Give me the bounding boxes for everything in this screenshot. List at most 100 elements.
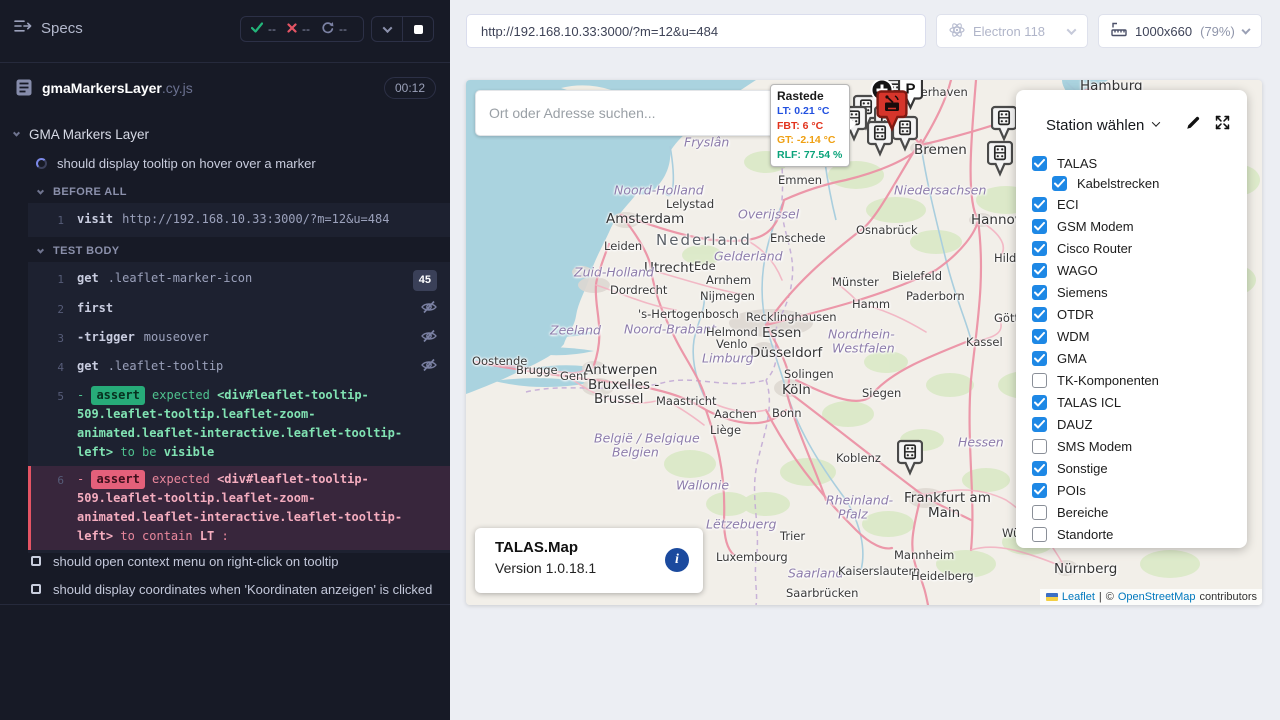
layer-checkbox-row[interactable]: Sonstige	[1032, 457, 1247, 479]
layer-checkbox-row[interactable]: SMS Modem	[1032, 435, 1247, 457]
map-label: Nordrhein-	[828, 327, 895, 342]
openstreetmap-link[interactable]: OpenStreetMap	[1118, 591, 1196, 603]
browser-select[interactable]: Electron 118	[936, 14, 1088, 48]
before-all-header[interactable]: BEFORE ALL	[38, 186, 127, 198]
layer-checkbox-row[interactable]: GMA	[1032, 347, 1247, 369]
checked-checkbox[interactable]	[1032, 395, 1047, 410]
run-stats: -- -- --	[240, 16, 364, 42]
map-label: Venlo	[716, 337, 748, 351]
command-args: .leaflet-tooltip	[108, 359, 224, 373]
search-input[interactable]	[475, 90, 787, 136]
command-row[interactable]: 1visithttp://192.168.10.33:3000/?m=12&u=…	[28, 206, 450, 234]
layer-checkbox-row[interactable]: GSM Modem	[1032, 215, 1247, 237]
viewport-select[interactable]: 1000x660 (79%)	[1098, 14, 1262, 48]
station-pin-marker[interactable]	[987, 140, 1013, 182]
command-text: :	[214, 529, 228, 543]
tooltip-value-row: RLF: 77.54 %	[777, 148, 843, 163]
command-row[interactable]: 5- assert expected <div#leaflet-tooltip-…	[28, 382, 450, 466]
command-row[interactable]: 3-triggermouseover	[28, 324, 450, 353]
layer-checkbox-row[interactable]: Standorte	[1032, 523, 1247, 545]
command-text: to be	[113, 445, 164, 459]
marker-tooltip[interactable]: Rastede LT: 0.21 °CFBT: 6 °CGT: -2.14 °C…	[770, 84, 850, 167]
expand-fullscreen-icon[interactable]	[1214, 114, 1231, 136]
command-row[interactable]: 6- assert expected <div#leaflet-tooltip-…	[28, 466, 450, 550]
layer-checkbox-row[interactable]: ECI	[1032, 193, 1247, 215]
unchecked-checkbox[interactable]	[1032, 373, 1047, 388]
specs-list-toggle[interactable]: Specs	[14, 19, 83, 37]
layer-label: TK-Komponenten	[1057, 373, 1159, 388]
command-method: -trigger	[77, 330, 135, 344]
layer-checkbox-row[interactable]: POIs	[1032, 479, 1247, 501]
map-label: Zuid-Holland	[574, 265, 654, 280]
stop-run-button[interactable]	[402, 17, 433, 41]
map-label: Noord-Holland	[614, 183, 704, 198]
checked-checkbox[interactable]	[1032, 329, 1047, 344]
layer-checkbox-row[interactable]: WAGO	[1032, 259, 1247, 281]
unchecked-checkbox[interactable]	[1032, 527, 1047, 542]
checked-checkbox[interactable]	[1032, 156, 1047, 171]
test-body-header[interactable]: TEST BODY	[38, 245, 120, 257]
layer-checkbox-row[interactable]: DAUZ	[1032, 413, 1247, 435]
edit-pencil-icon[interactable]	[1185, 115, 1201, 136]
layer-checkbox-row[interactable]: WDM	[1032, 325, 1247, 347]
assert-badge: assert	[91, 386, 144, 405]
layer-checkbox-row[interactable]: OTDR	[1032, 303, 1247, 325]
invisible-eye-icon	[421, 329, 437, 349]
layer-checkbox-row[interactable]: TALAS ICL	[1032, 391, 1247, 413]
pending-test-row[interactable]: should display coordinates when 'Koordin…	[31, 582, 432, 597]
viewport-zoom: (79%)	[1200, 24, 1235, 39]
command-row[interactable]: 4get.leaflet-tooltip	[28, 353, 450, 382]
test-body-chevron-icon	[37, 246, 44, 253]
checked-checkbox[interactable]	[1032, 483, 1047, 498]
checked-checkbox[interactable]	[1032, 241, 1047, 256]
map-label: Gent	[560, 369, 588, 383]
map-container[interactable]: HamburgBremerhavenFryslânEmmenBremenNied…	[466, 80, 1262, 605]
collapse-all-button[interactable]	[372, 17, 402, 41]
leaflet-link[interactable]: Leaflet	[1062, 591, 1095, 603]
station-select-dropdown[interactable]: Station wählen	[1046, 117, 1159, 134]
map-label: Pfalz	[838, 507, 868, 522]
gma-marker-selected[interactable]	[876, 89, 908, 137]
specs-list-icon	[14, 19, 32, 37]
checked-checkbox[interactable]	[1032, 219, 1047, 234]
layer-checkbox-row[interactable]: TALAS	[1032, 152, 1247, 174]
spec-extension: .cy.js	[162, 80, 193, 96]
spec-file-row[interactable]: gmaMarkersLayer.cy.js 00:12	[0, 76, 450, 106]
layer-checkbox-row[interactable]: Kabelstrecken	[1032, 174, 1247, 193]
unchecked-checkbox[interactable]	[1032, 505, 1047, 520]
tooltip-value-row: LT: 0.21 °C	[777, 104, 843, 119]
checked-checkbox[interactable]	[1052, 176, 1067, 191]
pending-test-row[interactable]: should open context menu on right-click …	[31, 554, 338, 569]
map-label: Münster	[832, 275, 879, 289]
info-icon[interactable]: i	[665, 548, 689, 572]
layer-checkbox-row[interactable]: TK-Komponenten	[1032, 369, 1247, 391]
invisible-eye-icon	[421, 300, 437, 320]
layer-label: OTDR	[1057, 307, 1094, 322]
checked-checkbox[interactable]	[1032, 417, 1047, 432]
checked-checkbox[interactable]	[1032, 263, 1047, 278]
command-row[interactable]: 2first	[28, 295, 450, 324]
attribution-separator: |	[1099, 591, 1102, 603]
layer-checkbox-row[interactable]: Siemens	[1032, 281, 1247, 303]
command-row[interactable]: 1get.leaflet-marker-icon45	[28, 265, 450, 295]
checked-checkbox[interactable]	[1032, 351, 1047, 366]
map-label: België / Belgique	[594, 431, 700, 446]
layer-checkbox-row[interactable]: Cisco Router	[1032, 237, 1247, 259]
suite-header[interactable]: GMA Markers Layer	[14, 127, 149, 142]
map-label: Paderborn	[906, 289, 965, 303]
running-test-row[interactable]: should display tooltip on hover over a m…	[36, 156, 316, 171]
checked-checkbox[interactable]	[1032, 307, 1047, 322]
station-pin-marker[interactable]	[897, 439, 923, 481]
checked-checkbox[interactable]	[1032, 285, 1047, 300]
layer-checkbox-row[interactable]: Bereiche	[1032, 501, 1247, 523]
unchecked-checkbox[interactable]	[1032, 439, 1047, 454]
map-attribution: Leaflet | © OpenStreetMap contributors	[1040, 589, 1262, 605]
command-text: to contain	[113, 529, 200, 543]
url-bar[interactable]	[466, 14, 926, 48]
checked-checkbox[interactable]	[1032, 197, 1047, 212]
layer-label: Kabelstrecken	[1077, 176, 1159, 191]
map-label: Düsseldorf	[750, 345, 822, 361]
checked-checkbox[interactable]	[1032, 461, 1047, 476]
map-label: Fryslân	[684, 135, 729, 150]
app-version: Version 1.0.18.1	[495, 560, 683, 576]
